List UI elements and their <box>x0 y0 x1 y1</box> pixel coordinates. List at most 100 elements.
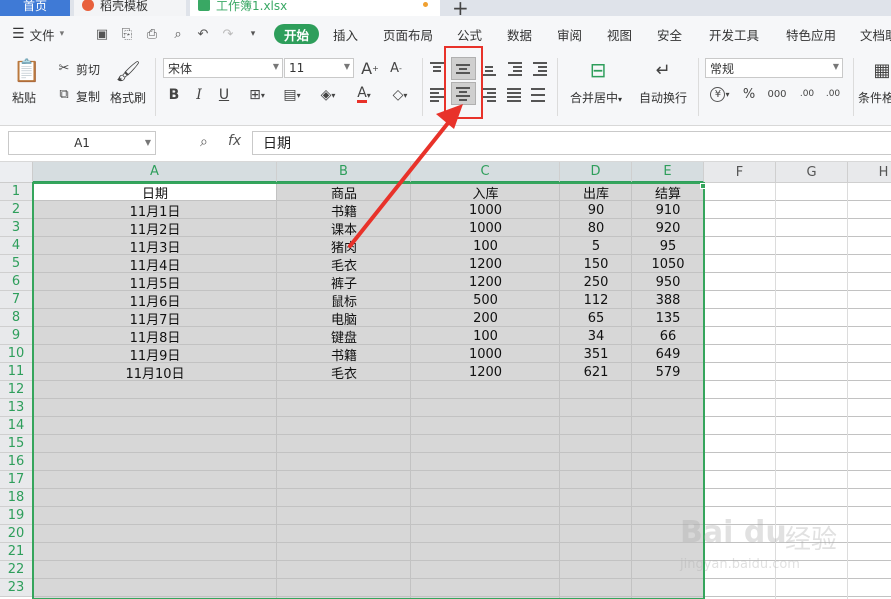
redo-icon[interactable]: ↷ <box>220 26 236 42</box>
menu-special[interactable]: 特色应用 <box>786 16 836 52</box>
paste-button[interactable]: 粘贴 <box>12 89 36 106</box>
tab-templates[interactable]: 稻壳模板 <box>74 0 186 16</box>
row-header-19[interactable]: 19 <box>0 507 33 525</box>
increase-indent-icon[interactable] <box>533 62 549 76</box>
formula-input[interactable]: 日期 <box>252 131 891 155</box>
row-header-7[interactable]: 7 <box>0 291 33 309</box>
grow-font-button[interactable]: A + <box>360 58 380 78</box>
underline-button[interactable]: U <box>215 86 233 104</box>
conditional-format-icon[interactable]: ▦ <box>872 58 891 82</box>
menu-file[interactable]: ☰ 文件 ▾ <box>12 16 64 52</box>
menu-start[interactable]: 开始 <box>274 24 320 44</box>
format-painter-icon[interactable]: 🖌 <box>115 58 140 84</box>
cell-style-button[interactable]: ▤ ▾ <box>278 86 306 104</box>
fill-color-button[interactable]: ◈ ▾ <box>314 86 342 104</box>
tab-home[interactable]: 首页 <box>0 0 70 16</box>
row-header-18[interactable]: 18 <box>0 489 33 507</box>
shrink-font-button[interactable]: A- <box>386 58 406 78</box>
undo-icon[interactable]: ↶ <box>195 26 211 42</box>
row-header-6[interactable]: 6 <box>0 273 33 291</box>
menu-view[interactable]: 视图 <box>607 16 632 52</box>
format-painter-button[interactable]: 格式刷 <box>110 89 146 106</box>
row-header-20[interactable]: 20 <box>0 525 33 543</box>
export-icon[interactable]: ⎘ <box>119 26 135 42</box>
row-header-21[interactable]: 21 <box>0 543 33 561</box>
clipboard-icon[interactable]: 📋 <box>13 58 40 84</box>
menu-developer[interactable]: 开发工具 <box>709 16 759 52</box>
font-name-select[interactable]: 宋体 ▼ <box>163 58 283 78</box>
align-bottom-icon[interactable] <box>482 64 498 78</box>
conditional-format-button[interactable]: 条件格 <box>858 89 891 106</box>
currency-button[interactable]: ¥ ▾ <box>706 84 734 104</box>
row-header-5[interactable]: 5 <box>0 255 33 273</box>
row-header-14[interactable]: 14 <box>0 417 33 435</box>
select-all-corner[interactable] <box>0 162 33 183</box>
chevron-down-icon: ▾ <box>403 90 408 100</box>
number-format-select[interactable]: 常规 ▼ <box>705 58 843 78</box>
justify-icon[interactable] <box>507 88 523 102</box>
borders-button[interactable]: ⊞ ▾ <box>243 86 271 104</box>
italic-button[interactable]: I <box>190 86 208 104</box>
decrease-decimal-button[interactable]: .00 <box>820 84 846 104</box>
scissors-icon[interactable]: ✂ <box>56 60 72 76</box>
new-tab-button[interactable]: + <box>452 0 469 16</box>
wrap-text-icon[interactable]: ↵ <box>650 58 676 82</box>
column-header-f[interactable]: F <box>704 162 776 183</box>
row-header-10[interactable]: 10 <box>0 345 33 363</box>
column-header-b[interactable]: B <box>277 162 411 183</box>
print-preview-icon[interactable]: ⌕ <box>170 26 186 42</box>
merge-center-button[interactable]: 合并居中▾ <box>570 89 622 106</box>
row-header-15[interactable]: 15 <box>0 435 33 453</box>
row-header-12[interactable]: 12 <box>0 381 33 399</box>
column-header-a[interactable]: A <box>33 162 277 183</box>
font-color-button[interactable]: A ▾ <box>350 86 378 104</box>
save-icon[interactable]: ▣ <box>94 26 110 42</box>
print-icon[interactable]: ⎙ <box>144 26 160 42</box>
menu-page-layout[interactable]: 页面布局 <box>383 16 433 52</box>
copy-button[interactable]: 复制 <box>76 88 100 105</box>
tab-workbook[interactable]: 工作簿1.xlsx <box>190 0 440 16</box>
column-header-c[interactable]: C <box>411 162 560 183</box>
zoom-icon[interactable]: ⌕ <box>200 134 208 150</box>
row-header-17[interactable]: 17 <box>0 471 33 489</box>
fill-handle[interactable] <box>700 183 706 189</box>
eraser-icon: ◇ <box>392 87 404 103</box>
menu-doc-helper[interactable]: 文档助 <box>860 16 891 52</box>
row-header-11[interactable]: 11 <box>0 363 33 381</box>
column-header-g[interactable]: G <box>776 162 848 183</box>
name-box[interactable]: A1 ▼ <box>8 131 156 155</box>
menu-insert[interactable]: 插入 <box>333 16 358 52</box>
chevron-down-icon: ▾ <box>260 90 265 100</box>
column-header-d[interactable]: D <box>560 162 632 183</box>
row-header-16[interactable]: 16 <box>0 453 33 471</box>
percent-button[interactable]: % <box>739 84 759 104</box>
row-header-9[interactable]: 9 <box>0 327 33 345</box>
wrap-text-button[interactable]: 自动换行 <box>639 89 687 106</box>
merge-center-icon[interactable]: ⊟ <box>585 58 611 82</box>
thousands-button[interactable]: 000 <box>764 84 790 104</box>
distributed-icon[interactable] <box>531 88 547 102</box>
function-button[interactable]: fx <box>228 133 241 149</box>
customize-quick-access-icon[interactable]: ▾ <box>245 26 261 42</box>
row-header-3[interactable]: 3 <box>0 219 33 237</box>
copy-icon[interactable]: ⧉ <box>56 86 72 102</box>
row-header-2[interactable]: 2 <box>0 201 33 219</box>
cut-button[interactable]: 剪切 <box>76 61 100 78</box>
menu-review[interactable]: 审阅 <box>557 16 582 52</box>
row-header-13[interactable]: 13 <box>0 399 33 417</box>
row-header-8[interactable]: 8 <box>0 309 33 327</box>
menu-data[interactable]: 数据 <box>507 16 532 52</box>
row-header-23[interactable]: 23 <box>0 579 33 597</box>
align-right-icon[interactable] <box>482 88 498 102</box>
decrease-indent-icon[interactable] <box>508 62 524 76</box>
column-header-e[interactable]: E <box>632 162 704 183</box>
row-header-1[interactable]: 1 <box>0 183 33 201</box>
clear-button[interactable]: ◇ ▾ <box>386 86 414 104</box>
menu-security[interactable]: 安全 <box>657 16 682 52</box>
increase-decimal-button[interactable]: .00 <box>794 84 820 104</box>
row-header-22[interactable]: 22 <box>0 561 33 579</box>
bold-button[interactable]: B <box>165 86 183 104</box>
font-size-select[interactable]: 11 ▼ <box>284 58 354 78</box>
row-header-4[interactable]: 4 <box>0 237 33 255</box>
column-header-h[interactable]: H <box>848 162 891 183</box>
